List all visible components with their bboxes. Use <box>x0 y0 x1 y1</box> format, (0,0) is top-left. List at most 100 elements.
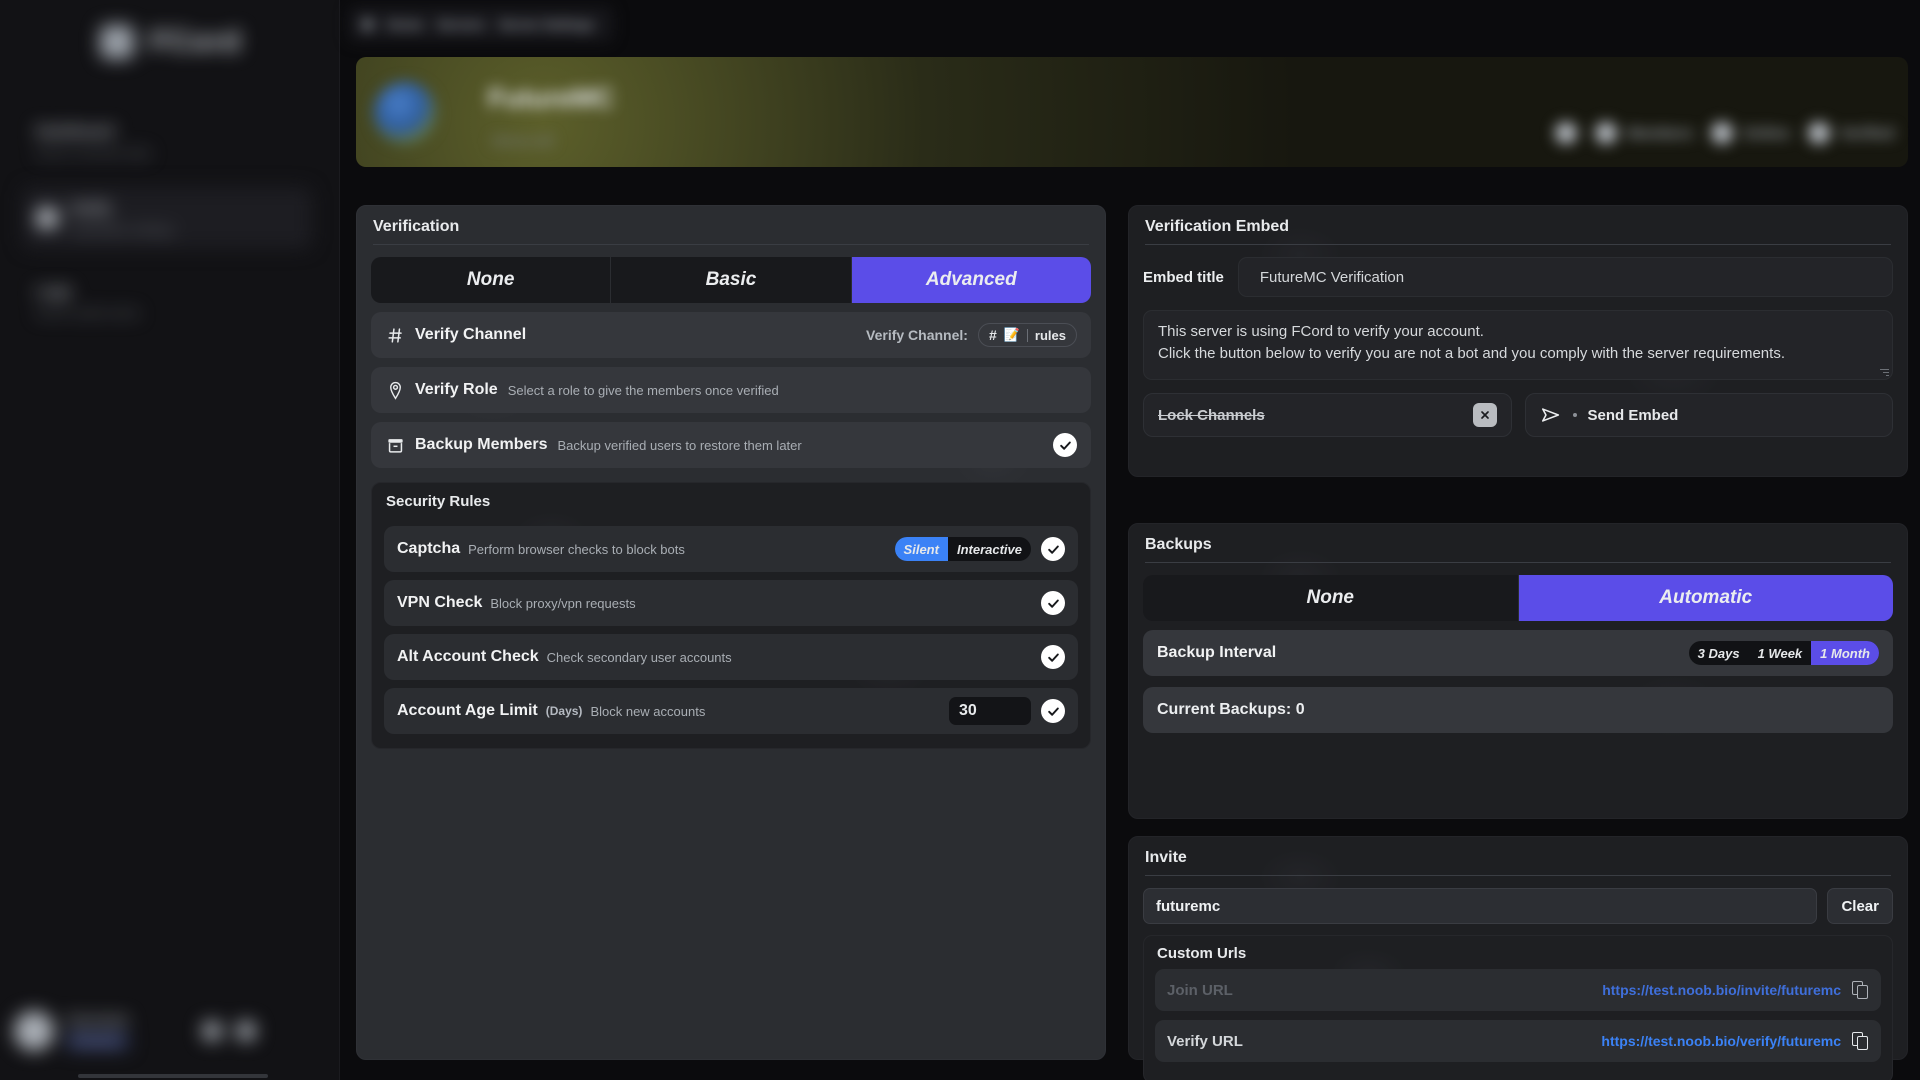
verify-url-label: Verify URL <box>1167 1032 1243 1050</box>
server-avatar <box>374 82 436 144</box>
stat-item: Online <box>1711 122 1790 144</box>
settings-icon[interactable] <box>202 1021 222 1041</box>
rule-row-account-age-limit[interactable]: Account Age Limit (Days) Block new accou… <box>384 688 1078 734</box>
embed-title-value: FutureMC Verification <box>1259 268 1405 286</box>
copy-icon[interactable] <box>1852 980 1869 1000</box>
lock-channels-button[interactable]: Lock Channels <box>1143 393 1512 437</box>
send-embed-button[interactable]: Send Embed <box>1524 393 1893 437</box>
online-icon <box>1595 122 1618 144</box>
vpn-check-toggle[interactable] <box>1041 591 1065 615</box>
avatar <box>14 1011 54 1051</box>
verify-url-row[interactable]: Verify URL https://test.noob.bio/verify/… <box>1155 1020 1881 1062</box>
captcha-mode-interactive[interactable]: Interactive <box>948 537 1031 561</box>
rule-row-captcha[interactable]: Captcha Perform browser checks to block … <box>384 526 1078 572</box>
join-url-row[interactable]: Join URL https://test.noob.bio/invite/fu… <box>1155 969 1881 1011</box>
stat-item: Verified <box>1807 122 1894 144</box>
interval-1-week[interactable]: 1 Week <box>1749 641 1812 665</box>
section-title-security-rules: Security Rules <box>386 493 491 510</box>
interval-1-month[interactable]: 1 Month <box>1811 641 1879 665</box>
backup-members-desc: Backup verified users to restore them la… <box>557 437 802 453</box>
interval-3-days[interactable]: 3 Days <box>1689 641 1749 665</box>
section-title-custom-urls: Custom Urls <box>1157 945 1247 962</box>
x-icon[interactable] <box>1472 403 1497 427</box>
logout-icon[interactable] <box>236 1021 256 1041</box>
account-age-limit-toggle[interactable] <box>1041 699 1065 723</box>
embed-title-label: Embed title <box>1143 268 1224 286</box>
sidebar-item-label: Logs <box>36 282 72 300</box>
backup-members-label: Backup Members <box>415 436 548 453</box>
breadcrumb-item[interactable]: Home <box>387 17 423 32</box>
roles-icon <box>1807 122 1830 144</box>
divider <box>1145 244 1891 245</box>
rule-unit: (Days) <box>545 704 583 718</box>
tab-backup-automatic[interactable]: Automatic <box>1518 575 1893 621</box>
security-rules-panel: Security Rules Captcha Perform browser c… <box>371 482 1091 749</box>
backup-members-row[interactable]: Backup Members Backup verified users to … <box>371 422 1091 468</box>
sidebar-item-dashboard[interactable]: Dashboard Server overview stats <box>22 110 312 172</box>
section-title-invite: Invite <box>1145 849 1187 866</box>
account-age-input[interactable]: 30 <box>949 697 1031 725</box>
captcha-mode-silent[interactable]: Silent <box>894 537 948 561</box>
topbar: Home Servers Server Settings <box>348 6 1908 48</box>
rule-desc: Check secondary user accounts <box>546 649 732 665</box>
verification-embed-panel: Verification Embed Embed title pin-icon … <box>1128 205 1908 477</box>
user-profile[interactable]: Username Premium <box>14 1004 326 1058</box>
rule-row-vpn-check[interactable]: VPN Check Block proxy/vpn requests <box>384 580 1078 626</box>
breadcrumb-item[interactable]: Servers <box>437 17 485 32</box>
hash-icon <box>385 325 405 345</box>
join-url-value: https://test.noob.bio/invite/futuremc <box>1602 982 1841 998</box>
hash-glyph: # <box>988 327 997 343</box>
rule-label: Alt Account Check <box>397 648 539 665</box>
sidebar-item-label: Verify <box>70 199 111 217</box>
server-subtitle: Minecraft <box>492 133 554 150</box>
embed-title-input[interactable]: pin-icon FutureMC Verification <box>1237 257 1893 297</box>
tab-advanced[interactable]: Advanced <box>851 257 1091 303</box>
embed-actions: Lock Channels Send Embed <box>1143 393 1893 437</box>
channel-emoji-icon: 📝 <box>1003 327 1020 342</box>
breadcrumb-item[interactable]: Server Settings <box>499 17 594 32</box>
sidebar-scrollbar[interactable] <box>78 1074 268 1078</box>
user-name: Username <box>66 1012 129 1027</box>
backup-interval-row: Backup Interval 3 Days 1 Week 1 Month <box>1143 630 1893 676</box>
tab-basic[interactable]: Basic <box>611 257 852 303</box>
embed-body-line-2: Click the button below to verify you are… <box>1158 344 1785 362</box>
sidebar-item-sub: Server overview stats <box>36 145 151 160</box>
breadcrumb[interactable]: Home Servers Server Settings <box>348 6 613 42</box>
app-root: FCord Dashboard Server overview stats Ve… <box>0 0 1920 1080</box>
tab-none[interactable]: None <box>371 257 612 303</box>
verification-level-tabs: None Basic Advanced <box>371 257 1091 303</box>
sidebar: FCord Dashboard Server overview stats Ve… <box>0 0 340 1080</box>
verify-channel-hint: Verify Channel: <box>866 327 968 343</box>
captcha-toggle[interactable] <box>1041 537 1065 561</box>
channel-picker[interactable]: # 📝 rules <box>977 323 1077 347</box>
tab-backup-none[interactable]: None <box>1143 575 1519 621</box>
join-url-label: Join URL <box>1167 981 1233 999</box>
backups-panel: Backups None Automatic Backup Interval 3… <box>1128 523 1908 819</box>
rule-label: VPN Check <box>397 594 483 611</box>
verify-channel-row[interactable]: Verify Channel Verify Channel: # 📝 rules <box>371 312 1091 358</box>
verify-role-row[interactable]: Verify Role Select a role to give the me… <box>371 367 1091 413</box>
resize-handle-icon[interactable] <box>1879 367 1889 377</box>
server-name: FutureMC <box>488 83 614 113</box>
clear-button[interactable]: Clear <box>1827 888 1893 924</box>
verify-role-label: Verify Role <box>415 381 498 398</box>
stat-item: Members <box>1595 122 1693 144</box>
sidebar-item-verify[interactable]: Verify Verification settings <box>22 187 312 249</box>
shield-pin-icon <box>385 380 405 400</box>
rule-row-alt-account-check[interactable]: Alt Account Check Check secondary user a… <box>384 634 1078 680</box>
rule-desc: Perform browser checks to block bots <box>468 541 685 557</box>
embed-description-textarea[interactable]: This server is using FCord to verify you… <box>1143 310 1893 380</box>
embed-body-line-1: This server is using FCord to verify you… <box>1158 323 1484 340</box>
section-title-backups: Backups <box>1145 536 1212 553</box>
stat-label: Online <box>1743 124 1790 142</box>
invite-code-input[interactable]: futuremc <box>1143 888 1818 924</box>
alt-account-check-toggle[interactable] <box>1041 645 1065 669</box>
verify-channel-label: Verify Channel <box>415 326 527 343</box>
brand[interactable]: FCord <box>100 25 241 59</box>
copy-icon[interactable] <box>1852 1031 1869 1051</box>
rule-label: Captcha <box>397 540 461 557</box>
user-actions <box>202 1021 256 1041</box>
backup-members-toggle[interactable] <box>1053 433 1077 457</box>
sidebar-item-logs[interactable]: Logs Server audit events <box>22 270 312 332</box>
embed-title-row: Embed title pin-icon FutureMC Verificati… <box>1143 257 1893 297</box>
